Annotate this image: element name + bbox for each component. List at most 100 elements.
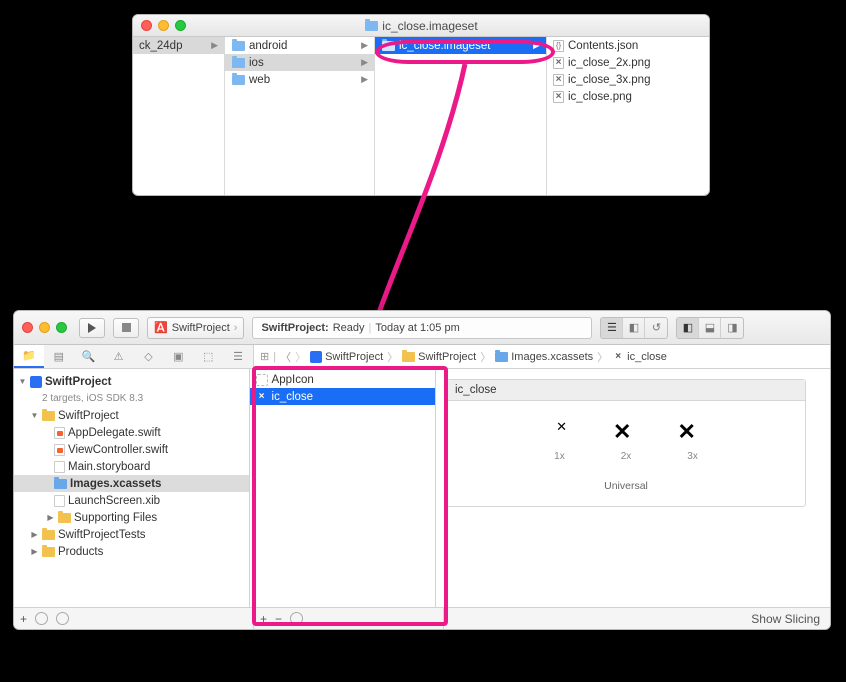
nav-row-group[interactable]: Products [14,543,249,560]
report-navigator-icon[interactable]: ☰ [223,345,253,368]
breakpoint-navigator-icon[interactable]: ⬚ [193,345,223,368]
assetlist-footer[interactable]: + − [254,608,444,629]
xcode-footer: + + − Show Slicing [14,607,830,629]
jumpbar-segment[interactable]: SwiftProject [402,351,476,363]
show-slicing-button[interactable]: Show Slicing [751,612,820,626]
run-button[interactable] [79,318,105,338]
zoom-icon[interactable] [56,322,67,333]
chevron-right-icon: ▶ [533,40,540,51]
nav-row-file[interactable]: LaunchScreen.xib [14,492,249,509]
finder-window: ic_close.imageset ck_24dp▶ android▶ ios▶… [132,14,710,196]
filter-icon[interactable] [35,612,48,625]
test-navigator-icon[interactable]: ◇ [134,345,164,368]
chevron-right-icon: ▶ [211,40,218,51]
close-icon[interactable] [141,20,152,31]
folder-icon [232,41,245,51]
column-item[interactable]: android▶ [225,37,374,54]
jumpbar-segment[interactable]: Images.xcassets [495,351,593,363]
filter-icon[interactable] [290,612,303,625]
panel-toggles[interactable]: ◧ ⬓ ◨ [676,317,744,339]
slot-3x[interactable]: ✕ [677,419,695,445]
activity-status: SwiftProject: Ready | Today at 1:05 pm [252,317,592,339]
nav-row-file[interactable]: AppDelegate.swift [14,424,249,441]
editor-mode-segment[interactable]: ☰ ◧ ↺ [600,317,668,339]
minimize-icon[interactable] [158,20,169,31]
bottom-panel-icon[interactable]: ⬓ [699,318,721,338]
back-button[interactable]: 〈 [280,349,291,365]
asset-catalog-list[interactable]: AppIcon ×ic_close [250,369,436,607]
navigator-tabs[interactable]: 📁 ▤ 🔍 ⚠ ◇ ▣ ⬚ ☰ [14,345,254,368]
project-icon [310,351,322,363]
debug-navigator-icon[interactable]: ▣ [163,345,193,368]
scheme-selector[interactable]: 🅰️ SwiftProject › [147,317,244,339]
asset-item[interactable]: AppIcon [250,371,435,388]
minimize-icon[interactable] [39,322,50,333]
asset-item-selected[interactable]: ×ic_close [250,388,435,405]
column-item[interactable]: ios▶ [225,54,374,71]
finder-titlebar[interactable]: ic_close.imageset [133,15,709,37]
project-navigator[interactable]: SwiftProject 2 targets, iOS SDK 8.3 Swif… [14,369,250,607]
close-icon[interactable] [22,322,33,333]
column-item[interactable]: {}Contents.json [547,37,709,54]
navigator-footer[interactable]: + [14,608,254,629]
nav-row-file-selected[interactable]: Images.xcassets [14,475,249,492]
left-panel-icon[interactable]: ◧ [677,318,699,338]
zoom-icon[interactable] [175,20,186,31]
related-items-icon[interactable]: ⊞ [260,350,269,363]
add-button[interactable]: + [20,612,27,626]
jumpbar-segment[interactable]: ×ic_close [612,351,667,363]
imageset-slots[interactable]: ✕ ✕ ✕ [447,401,805,451]
column-item[interactable]: ×ic_close.png [547,88,709,105]
column-item[interactable]: ×ic_close_3x.png [547,71,709,88]
imageset-icon: × [256,391,268,402]
column-item[interactable]: ×ic_close_2x.png [547,54,709,71]
folder-icon [365,21,378,31]
imageset-title: ic_close [447,380,805,401]
assets-icon [495,352,508,362]
finder-column-1[interactable]: android▶ ios▶ web▶ [225,37,375,195]
disclosure-triangle-icon[interactable] [30,530,39,539]
stop-button[interactable] [113,318,139,338]
assets-icon [54,479,67,489]
add-asset-button[interactable]: + [260,612,267,626]
nav-row-project[interactable]: SwiftProject [14,373,249,390]
jump-bar[interactable]: ⊞ | 〈 〉 SwiftProject〉 SwiftProject〉 Imag… [254,345,830,368]
json-file-icon: {} [553,40,564,52]
imageset-canvas[interactable]: ic_close ✕ ✕ ✕ 1x 2x 3x Universal [446,379,806,507]
disclosure-triangle-icon[interactable] [30,411,39,420]
disclosure-triangle-icon[interactable] [30,547,39,556]
search-navigator-icon[interactable]: 🔍 [74,345,104,368]
column-item[interactable]: web▶ [225,71,374,88]
project-navigator-icon[interactable]: 📁 [14,345,44,368]
disclosure-triangle-icon[interactable] [18,377,27,386]
slot-2x[interactable]: ✕ [613,419,631,445]
finder-column-3[interactable]: {}Contents.json ×ic_close_2x.png ×ic_clo… [547,37,709,195]
nav-row-file[interactable]: Main.storyboard [14,458,249,475]
symbol-navigator-icon[interactable]: ▤ [44,345,74,368]
nav-row-file[interactable]: ViewController.swift [14,441,249,458]
column-item[interactable]: ck_24dp▶ [133,37,224,54]
nav-row-group[interactable]: SwiftProjectTests [14,526,249,543]
png-file-icon: × [553,57,564,69]
sub-toolbar: 📁 ▤ 🔍 ⚠ ◇ ▣ ⬚ ☰ ⊞ | 〈 〉 SwiftProject〉 Sw… [14,345,830,369]
universal-label: Universal [447,472,805,506]
column-item-selected[interactable]: ic_close.imageset▶ [375,37,546,54]
remove-asset-button[interactable]: − [275,612,282,626]
finder-column-2[interactable]: ic_close.imageset▶ [375,37,547,195]
nav-row-group[interactable]: Supporting Files [14,509,249,526]
version-editor-icon[interactable]: ↺ [645,318,667,338]
jumpbar-segment[interactable]: SwiftProject [310,351,383,363]
swift-file-icon [54,427,65,439]
nav-row-group[interactable]: SwiftProject [14,407,249,424]
assistant-editor-icon[interactable]: ◧ [623,318,645,338]
right-panel-icon[interactable]: ◨ [721,318,743,338]
finder-column-0[interactable]: ck_24dp▶ [133,37,225,195]
recent-filter-icon[interactable] [56,612,69,625]
disclosure-triangle-icon[interactable] [46,513,55,522]
issue-navigator-icon[interactable]: ⚠ [104,345,134,368]
slot-1x[interactable]: ✕ [556,419,567,445]
storyboard-file-icon [54,461,65,473]
standard-editor-icon[interactable]: ☰ [601,318,623,338]
folder-icon [232,75,245,85]
forward-button[interactable]: 〉 [295,349,306,365]
